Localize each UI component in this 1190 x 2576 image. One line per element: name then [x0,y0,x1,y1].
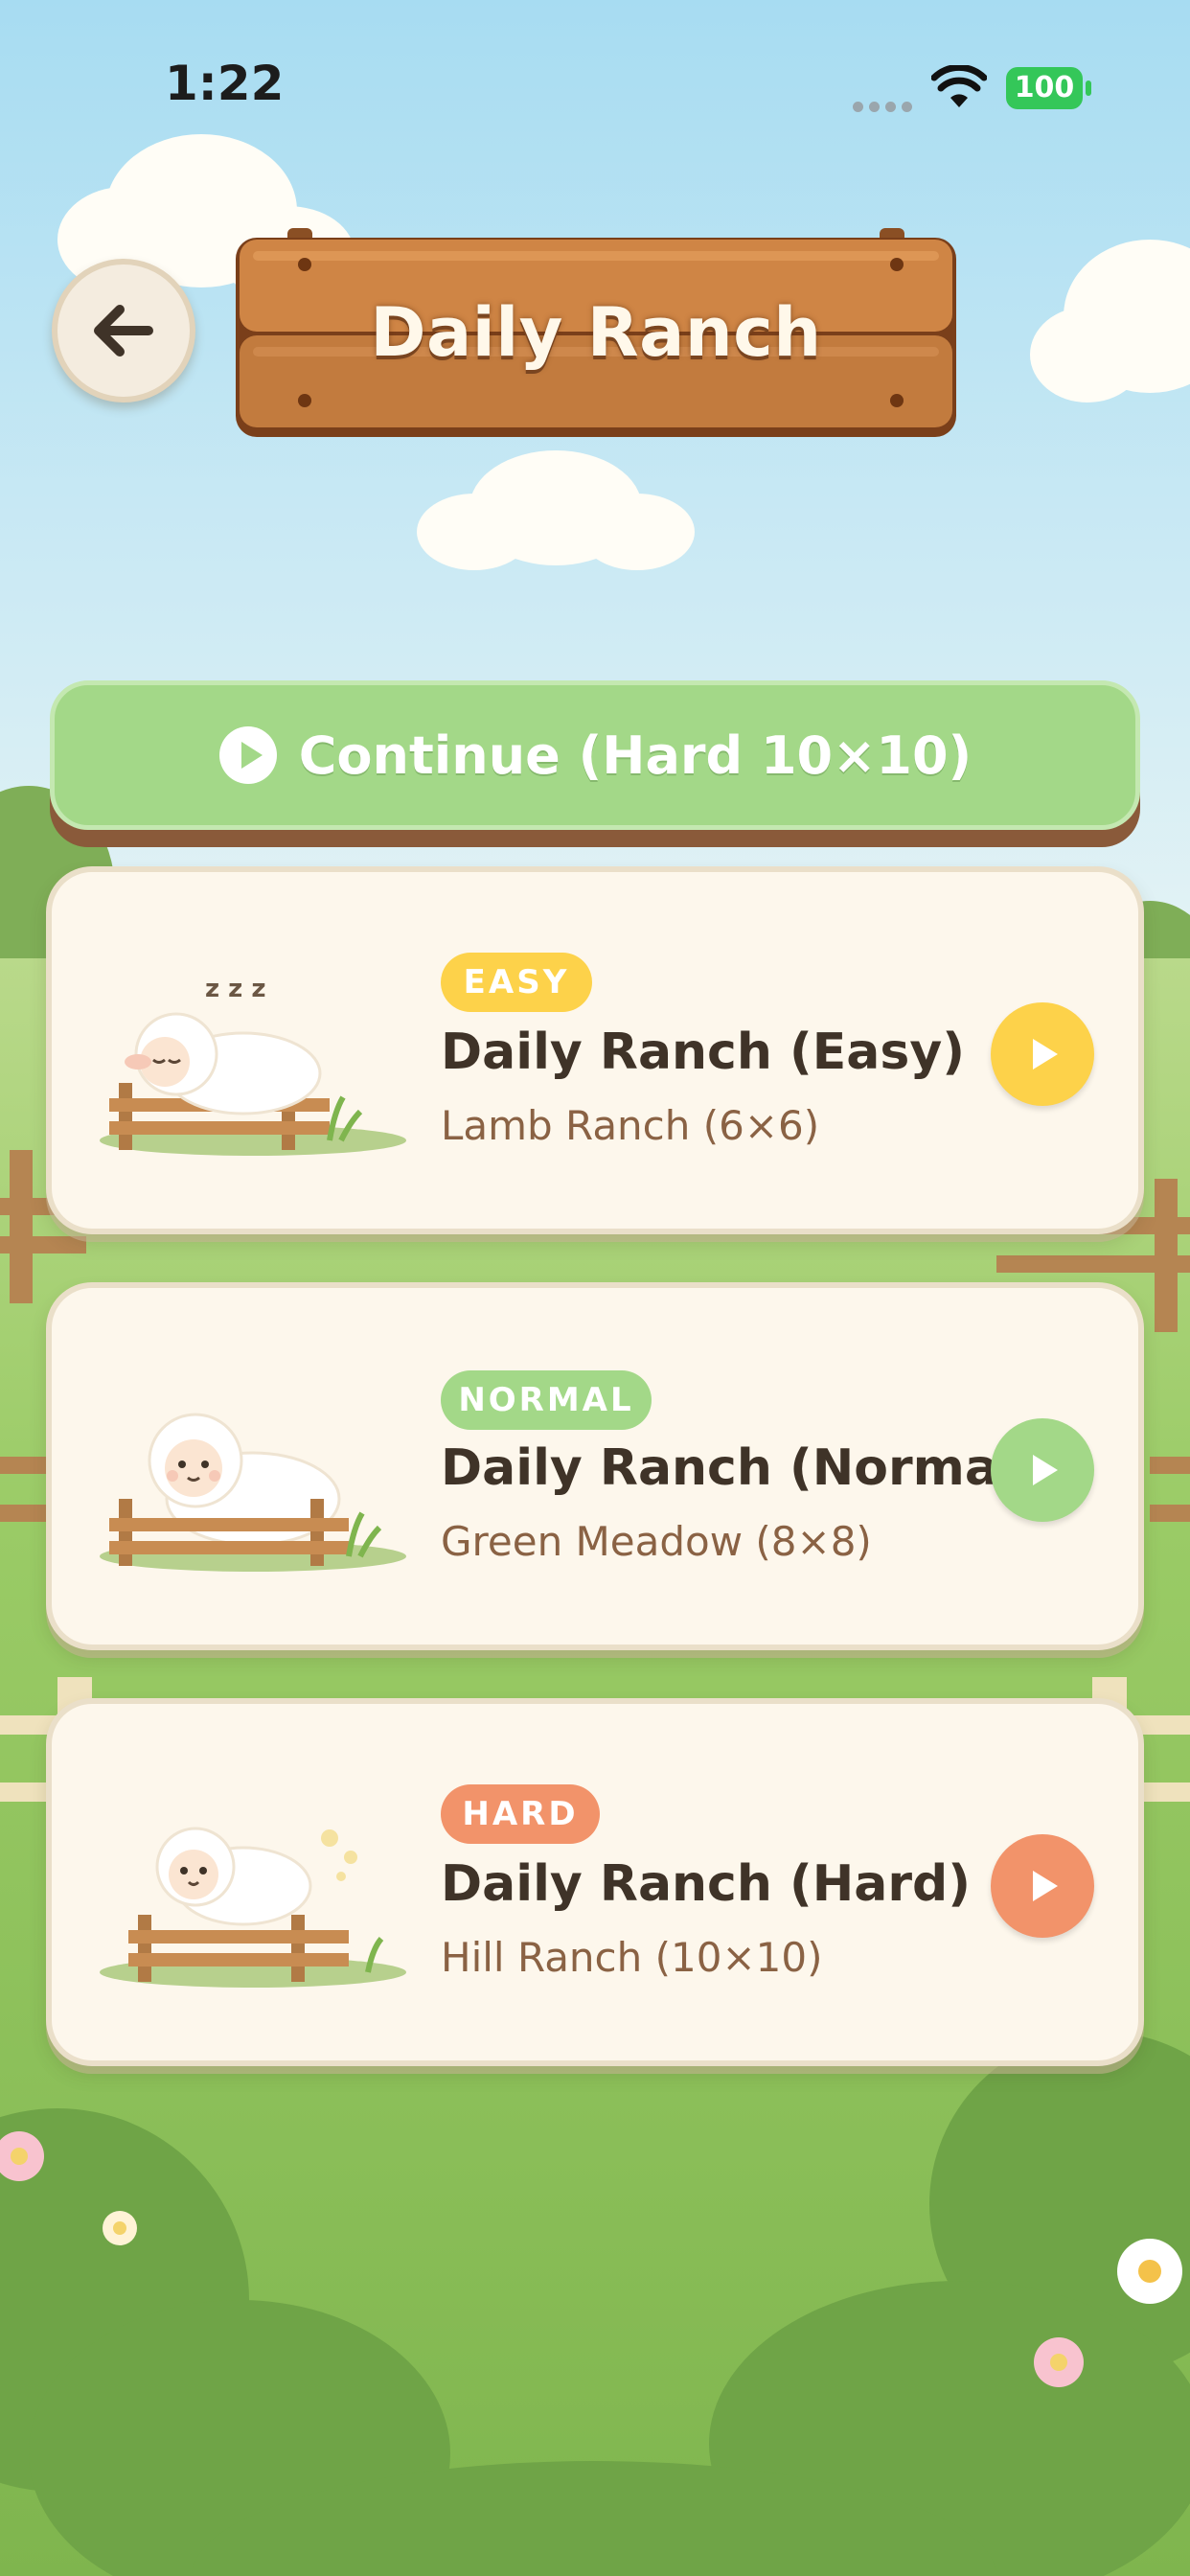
back-button[interactable] [52,259,195,402]
play-button[interactable] [991,1418,1094,1522]
continue-button[interactable]: Continue (Hard 10×10) [50,680,1140,830]
sleeping-sheep-icon: z z z [100,975,406,1156]
jumping-sheep-icon [100,1827,406,1988]
sitting-sheep-icon [100,1413,406,1572]
level-subtitle: Green Meadow (8×8) [441,1518,872,1565]
play-icon [1033,1039,1058,1070]
arrow-left-icon [94,305,153,356]
level-title: Daily Ranch (Normal) [441,1439,1039,1497]
battery-cap [1086,80,1091,96]
play-icon [1033,1455,1058,1485]
play-button[interactable] [991,1002,1094,1106]
level-title: Daily Ranch (Hard) [441,1855,972,1913]
play-button[interactable] [991,1834,1094,1938]
difficulty-badge: NORMAL [441,1370,652,1430]
svg-text:z z z: z z z [205,975,266,1003]
level-title: Daily Ranch (Easy) [441,1024,965,1081]
play-icon [1033,1871,1058,1901]
battery-indicator: 100 [1006,67,1083,109]
level-card-normal[interactable]: NORMAL Daily Ranch (Normal) Green Meadow… [46,1282,1144,1650]
level-subtitle: Hill Ranch (10×10) [441,1934,823,1981]
level-card-easy[interactable]: z z z EASY Daily Ranch (Easy) Lamb Ranch… [46,866,1144,1234]
level-card-hard[interactable]: HARD Daily Ranch (Hard) Hill Ranch (10×1… [46,1698,1144,2066]
continue-label: Continue (Hard 10×10) [298,724,973,786]
level-subtitle: Lamb Ranch (6×6) [441,1102,820,1149]
cellular-signal-icon [853,98,918,116]
wifi-icon [931,65,987,107]
difficulty-badge: HARD [441,1784,600,1844]
difficulty-badge: EASY [441,953,592,1012]
play-circle-icon [218,726,277,784]
page-title: Daily Ranch [370,293,822,372]
status-time: 1:22 [165,56,285,111]
